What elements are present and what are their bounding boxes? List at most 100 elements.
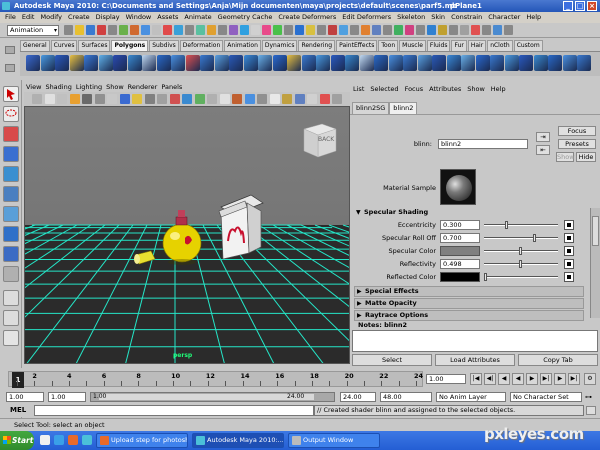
status-line-icon-35[interactable] <box>438 25 447 35</box>
taskbar-item[interactable]: Autodesk Maya 2010:... <box>192 433 284 448</box>
menu-edit[interactable]: Edit <box>19 12 38 23</box>
status-line-icon-27[interactable] <box>350 25 359 35</box>
menu-window[interactable]: Window <box>123 12 155 23</box>
status-line-icon-32[interactable] <box>405 25 414 35</box>
menu-constrain[interactable]: Constrain <box>448 12 485 23</box>
status-line-icon-21[interactable] <box>284 25 293 35</box>
shelf-tab-fluids[interactable]: Fluids <box>426 40 451 51</box>
status-line-icon-37[interactable] <box>460 25 469 35</box>
viewport-tool-icon-12[interactable] <box>169 94 180 104</box>
viewport-tool-icon-7[interactable] <box>107 94 117 104</box>
step-forward-icon[interactable]: ▶ <box>554 373 566 385</box>
media-icon[interactable] <box>68 435 78 445</box>
viewport-tool-icon-25[interactable] <box>332 94 342 104</box>
show-desktop-icon[interactable] <box>40 435 50 445</box>
viewport-tool-icon-15[interactable] <box>207 94 217 104</box>
go-input-icon[interactable]: ⇥ <box>536 132 550 142</box>
select-tool-icon[interactable] <box>3 86 19 102</box>
raytrace-options-section[interactable]: ▶ Raytrace Options <box>354 310 584 321</box>
step-forward-key-icon[interactable]: ▶| <box>540 373 552 385</box>
ae-menu-selected[interactable]: Selected <box>367 84 401 94</box>
eccentricity-map-icon[interactable] <box>564 220 574 230</box>
shelf-tab-custom[interactable]: Custom <box>513 40 543 51</box>
manipulator-tool-icon[interactable] <box>3 206 19 222</box>
viewport-tool-icon-18[interactable] <box>244 94 255 104</box>
current-time-field[interactable]: 1.00 <box>426 374 466 384</box>
shelf-tab-rendering[interactable]: Rendering <box>298 40 336 51</box>
eccentricity-slider[interactable] <box>484 220 558 230</box>
viewport-menu-show[interactable]: Show <box>104 82 126 92</box>
shelf-tab-painteffects[interactable]: PaintEffects <box>336 40 378 51</box>
four-pane-layout-icon[interactable] <box>3 310 19 326</box>
ae-menu-list[interactable]: List <box>350 84 367 94</box>
range-bar[interactable]: 1.00 24.00 <box>90 392 335 402</box>
status-line-icon-12[interactable] <box>185 25 194 35</box>
status-line-icon-17[interactable] <box>240 25 249 35</box>
menu-create-deformers[interactable]: Create Deformers <box>275 12 339 23</box>
single-pane-layout-icon[interactable] <box>3 290 19 306</box>
shelf-tool-icon-36[interactable] <box>533 55 548 71</box>
anim-layer-select[interactable]: No Anim Layer <box>436 392 506 402</box>
shelf-tab-hair[interactable]: Hair <box>467 40 487 51</box>
viewport-tool-icon-5[interactable] <box>82 94 92 104</box>
shelf-tool-icon-29[interactable] <box>432 55 446 71</box>
shelf-tool-icon-16[interactable] <box>243 55 258 71</box>
viewport-tool-icon-19[interactable] <box>257 94 267 104</box>
shelf-tool-icon-28[interactable] <box>417 55 432 71</box>
status-line-icon-5[interactable] <box>108 25 117 35</box>
key-icon[interactable]: ⊶ <box>585 393 597 402</box>
viewport-menu-lighting[interactable]: Lighting <box>74 82 104 92</box>
time-ruler[interactable]: 1 2 4 6 8 10 12 14 16 18 20 22 24 <box>8 371 423 388</box>
shelf-tool-icon-13[interactable] <box>200 55 214 71</box>
shelf-tool-icon-6[interactable] <box>98 55 113 71</box>
status-line-icon-6[interactable] <box>119 25 128 35</box>
animation-start-field[interactable]: 1.00 <box>6 392 44 402</box>
shelf-tab-deformation[interactable]: Deformation <box>179 40 224 51</box>
menu-set-select[interactable]: Animation <box>7 25 59 36</box>
ae-tab-blinn2sg[interactable]: blinn2SG <box>352 102 390 114</box>
status-line-icon-34[interactable] <box>427 25 436 35</box>
status-line-icon-28[interactable] <box>361 25 370 35</box>
playback-start-field[interactable]: 1.00 <box>48 392 86 402</box>
status-line-icon-11[interactable] <box>174 25 183 35</box>
status-line-icon-3[interactable] <box>86 25 95 35</box>
shelf-editor-icon[interactable] <box>5 64 15 72</box>
shelf-tool-icon-39[interactable] <box>577 55 591 71</box>
shelf-tool-icon-15[interactable] <box>229 55 243 71</box>
shelf-tab-polygons[interactable]: Polygons <box>111 40 149 51</box>
shelf-tool-icon-26[interactable] <box>388 55 403 71</box>
hide-button[interactable]: Hide <box>576 152 596 162</box>
shelf-tool-icon-4[interactable] <box>69 55 84 71</box>
character-set-select[interactable]: No Character Set <box>510 392 582 402</box>
viewport-tool-icon-21[interactable] <box>282 94 292 104</box>
viewport-tool-icon-16[interactable] <box>219 94 230 104</box>
start-button[interactable]: Start <box>0 431 34 450</box>
ae-menu-focus[interactable]: Focus <box>402 84 427 94</box>
show-button[interactable]: Show <box>556 152 575 162</box>
matte-opacity-section[interactable]: ▶ Matte Opacity <box>354 298 584 309</box>
status-line-icon-23[interactable] <box>306 25 315 35</box>
menu-animate[interactable]: Animate <box>181 12 214 23</box>
status-line-icon-16[interactable] <box>229 25 238 35</box>
attribute-scrollbar[interactable] <box>590 208 600 318</box>
status-line-icon-8[interactable] <box>141 25 150 35</box>
mel-label[interactable]: MEL <box>10 406 26 414</box>
status-line-icon-15[interactable] <box>218 25 227 35</box>
viewport-tool-icon-2[interactable] <box>44 94 55 104</box>
ae-menu-help[interactable]: Help <box>488 84 509 94</box>
shelf-tab-muscle[interactable]: Muscle <box>399 40 426 51</box>
viewport-tool-icon-9[interactable] <box>132 94 142 104</box>
viewport-tool-icon-13[interactable] <box>182 94 192 104</box>
shelf-tool-icon-30[interactable] <box>446 55 461 71</box>
shelf-tool-icon-31[interactable] <box>461 55 475 71</box>
reflected-color-slider[interactable] <box>484 272 558 282</box>
soft-mod-tool-icon[interactable] <box>3 226 19 242</box>
shelf-tool-icon-11[interactable] <box>171 55 185 71</box>
status-line-icon-18[interactable] <box>251 25 260 35</box>
scale-tool-icon[interactable] <box>3 186 19 202</box>
status-line-icon-24[interactable] <box>317 25 326 35</box>
status-line-icon-41[interactable] <box>504 25 513 35</box>
shelf-tab-dynamics[interactable]: Dynamics <box>261 40 298 51</box>
viewport-menu-shading[interactable]: Shading <box>43 82 73 92</box>
show-manip-tool-icon[interactable] <box>3 246 19 262</box>
